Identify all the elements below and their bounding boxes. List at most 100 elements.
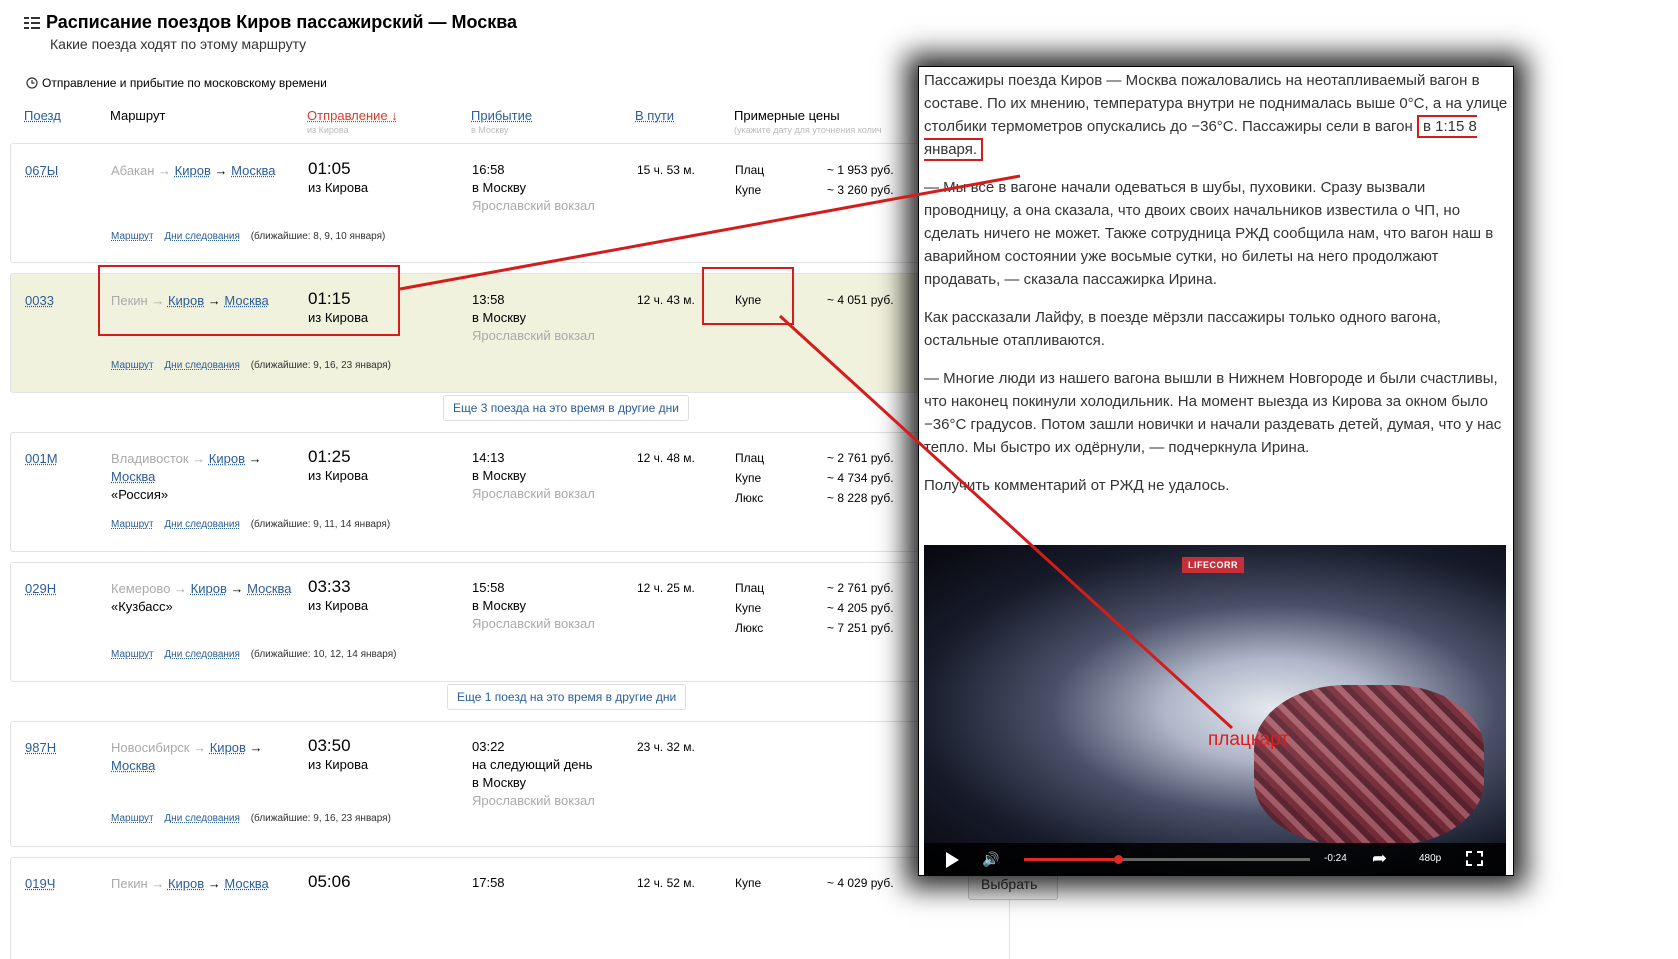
- train-card[interactable]: 987Н Новосибирск → Киров → Москва 03:50 …: [10, 721, 1010, 847]
- arrival-time: 03:22: [472, 739, 505, 754]
- arrival-time: 14:13: [472, 450, 505, 465]
- train-number[interactable]: 029Н: [25, 580, 56, 598]
- arrival: 03:22 на следующий день в Москву Ярослав…: [472, 738, 595, 810]
- route-via-link[interactable]: Киров: [191, 581, 227, 596]
- col-arrival-sub: в Москву: [471, 125, 509, 135]
- col-train[interactable]: Поезд: [24, 108, 61, 123]
- video-progress-knob[interactable]: [1114, 855, 1124, 864]
- route-origin: Владивосток →: [111, 451, 206, 466]
- route-dest-link[interactable]: Москва: [224, 876, 268, 891]
- route-link[interactable]: Маршрут: [111, 519, 154, 530]
- more-trains-button[interactable]: Еще 1 поезд на это время в другие дни: [447, 684, 687, 710]
- arrival-to: в Москву: [472, 468, 527, 483]
- car-class: Купе: [735, 471, 762, 485]
- play-icon[interactable]: [946, 852, 959, 868]
- train-card[interactable]: 067Ы Абакан → Киров → Москва 01:05 из Ки…: [10, 143, 1010, 263]
- price: ~ 7 251 руб.: [827, 621, 894, 635]
- route-link[interactable]: Маршрут: [111, 813, 154, 824]
- price: ~ 4 734 руб.: [827, 471, 894, 485]
- days-link[interactable]: Дни следования: [164, 519, 240, 530]
- nearest-days: (ближайшие: 9, 11, 14 января): [250, 519, 391, 530]
- col-arrival[interactable]: Прибытие в Москву: [471, 108, 532, 135]
- col-prices-sub: (укажите дату для уточнения колич: [734, 125, 882, 135]
- route-via-link[interactable]: Киров: [209, 451, 245, 466]
- route-dest-link[interactable]: Москва: [231, 163, 275, 178]
- col-arrival-label[interactable]: Прибытие: [471, 108, 532, 123]
- car-class: Купе: [735, 183, 762, 197]
- days-link[interactable]: Дни следования: [164, 360, 240, 371]
- route-link[interactable]: Маршрут: [111, 649, 154, 660]
- travel-duration: 12 ч. 43 м.: [637, 293, 695, 307]
- train-number[interactable]: 001М: [25, 450, 58, 468]
- nearest-days: (ближайшие: 10, 12, 14 января): [250, 649, 397, 660]
- video-caption: плацкарт: [1208, 729, 1289, 750]
- train-card[interactable]: 001М Владивосток → Киров → Москва «Росси…: [10, 432, 1010, 552]
- route-dest-link[interactable]: Москва: [111, 469, 155, 484]
- highlight-box-class: [702, 267, 794, 325]
- train-route: Кемерово → Киров → Москва «Кузбасс»: [111, 580, 301, 616]
- video-controls: 🔊 -0:24 ➦ 480p: [924, 843, 1506, 875]
- car-class: Плац: [735, 163, 765, 177]
- route-arrow: →: [230, 581, 244, 596]
- route-arrow: →: [207, 876, 221, 891]
- route-link[interactable]: Маршрут: [111, 231, 154, 242]
- prices: ~ 4 029 руб.: [827, 873, 894, 893]
- travel-duration: 12 ч. 48 м.: [637, 451, 695, 465]
- days-link[interactable]: Дни следования: [164, 231, 240, 242]
- departure: 01:25 из Кирова: [308, 447, 368, 485]
- nearest-days: (ближайшие: 9, 16, 23 января): [250, 360, 391, 371]
- highlight-box-departure: [98, 265, 400, 336]
- car-class: Люкс: [735, 621, 764, 635]
- price: ~ 4 029 руб.: [827, 876, 894, 890]
- share-icon[interactable]: ➦: [1372, 848, 1387, 869]
- departure-from: из Кирова: [308, 180, 369, 195]
- more-trains-button[interactable]: Еще 3 поезда на это время в другие дни: [443, 395, 689, 421]
- arrival-to: в Москву: [472, 180, 527, 195]
- days-link[interactable]: Дни следования: [164, 813, 240, 824]
- train-footer: Маршрут Дни следования (ближайшие: 9, 16…: [111, 360, 391, 371]
- col-departure-label[interactable]: Отправление ↓: [307, 108, 398, 123]
- train-route: Новосибирск → Киров → Москва: [111, 739, 301, 775]
- clock-icon: [26, 77, 38, 89]
- departure-time: 03:33: [308, 577, 351, 596]
- train-route: Абакан → Киров → Москва: [111, 162, 301, 180]
- train-card[interactable]: 029Н Кемерово → Киров → Москва «Кузбасс»…: [10, 562, 1010, 682]
- route-via-link[interactable]: Киров: [168, 876, 204, 891]
- train-number[interactable]: 019Ч: [25, 875, 55, 893]
- departure-from: из Кирова: [308, 598, 369, 613]
- video-progress-fill: [1024, 858, 1119, 861]
- departure-time: 01:05: [308, 159, 351, 178]
- video-progress[interactable]: [1024, 855, 1310, 864]
- route-dest-link[interactable]: Москва: [247, 581, 291, 596]
- arrival-station: Ярославский вокзал: [472, 198, 595, 213]
- col-departure[interactable]: Отправление ↓ из Кирова: [307, 108, 398, 135]
- car-class: Плац: [735, 581, 765, 595]
- video-player[interactable]: LIFECORR плацкарт 🔊 -0:24 ➦ 480p: [924, 545, 1506, 875]
- route-via-link[interactable]: Киров: [210, 740, 246, 755]
- arrival: 17:58: [472, 874, 505, 892]
- train-footer: Маршрут Дни следования (ближайшие: 8, 9,…: [111, 231, 385, 242]
- train-card[interactable]: 019Ч Пекин → Киров → Москва 05:06 17:58 …: [10, 857, 1010, 959]
- car-class: Купе: [735, 601, 762, 615]
- route-link[interactable]: Маршрут: [111, 360, 154, 371]
- route-dest-link[interactable]: Москва: [111, 758, 155, 773]
- timezone-note: Отправление и прибытие по московскому вр…: [26, 76, 327, 90]
- train-number[interactable]: 067Ы: [25, 162, 58, 180]
- car-classes: Плац Купе Люкс: [735, 578, 764, 638]
- volume-icon[interactable]: 🔊: [982, 851, 999, 868]
- arrival: 14:13 в Москву Ярославский вокзал: [472, 449, 595, 503]
- article-paragraph: Пассажиры поезда Киров — Москва пожалова…: [924, 69, 1508, 161]
- route-origin: Новосибирск →: [111, 740, 207, 755]
- nearest-days: (ближайшие: 8, 9, 10 января): [250, 231, 386, 242]
- fullscreen-icon[interactable]: [1466, 851, 1483, 866]
- arrival-to: в Москву: [472, 598, 527, 613]
- days-link[interactable]: Дни следования: [164, 649, 240, 660]
- video-time: -0:24: [1324, 853, 1347, 864]
- train-number[interactable]: 987Н: [25, 739, 56, 757]
- col-duration[interactable]: В пути: [635, 108, 674, 123]
- train-route: Пекин → Киров → Москва: [111, 875, 301, 893]
- video-quality[interactable]: 480p: [1419, 853, 1441, 864]
- arrival-station: Ярославский вокзал: [472, 486, 595, 501]
- route-via-link[interactable]: Киров: [175, 163, 211, 178]
- train-number[interactable]: 0033: [25, 292, 54, 310]
